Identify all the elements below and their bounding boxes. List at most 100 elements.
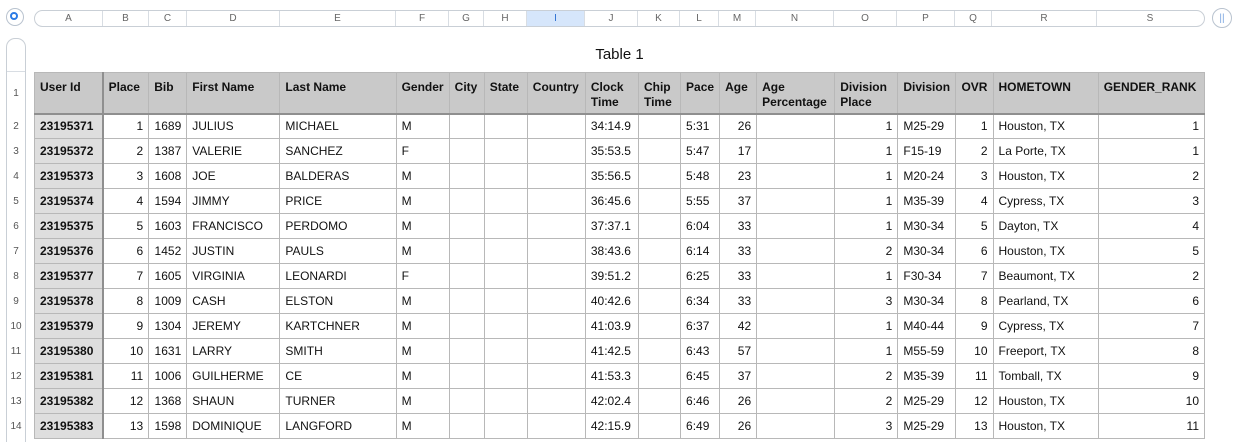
column-header[interactable]: Gender (395, 72, 450, 115)
column-header[interactable]: Chip Time (637, 72, 682, 115)
user-id-cell[interactable]: 23195374 (33, 188, 104, 214)
column-header[interactable]: Age (719, 72, 758, 115)
table-cell[interactable]: Beaumont, TX (992, 263, 1099, 289)
table-cell[interactable]: M (395, 388, 450, 414)
table-cell[interactable]: 42:02.4 (584, 388, 639, 414)
table-cell[interactable]: 3 (102, 163, 150, 189)
table-cell[interactable]: 4 (102, 188, 150, 214)
table-cell[interactable] (526, 313, 586, 339)
table-cell[interactable]: TURNER (279, 388, 397, 414)
table-cell[interactable]: 5 (1097, 238, 1206, 264)
table-cell[interactable] (756, 313, 836, 339)
table-cell[interactable]: 3 (955, 163, 994, 189)
column-letter-a[interactable]: A (35, 11, 103, 26)
row-header-bar[interactable]: 1 2 3 4 5 6 7 8 9 10 11 12 13 14 (6, 38, 26, 442)
pause-icon[interactable]: || (1212, 8, 1232, 28)
table-cell[interactable]: 5:31 (680, 113, 721, 139)
table-cell[interactable] (483, 138, 528, 164)
column-header[interactable]: Bib (148, 72, 188, 115)
table-cell[interactable] (483, 363, 528, 389)
column-header[interactable]: User Id (33, 72, 104, 115)
table-cell[interactable]: 39:51.2 (584, 263, 639, 289)
table-cell[interactable] (448, 188, 485, 214)
table-cell[interactable]: 6:43 (680, 338, 721, 364)
table-cell[interactable] (526, 288, 586, 314)
column-letter-r[interactable]: R (992, 11, 1097, 26)
table-cell[interactable] (448, 163, 485, 189)
column-letter-m[interactable]: M (719, 11, 756, 26)
table-cell[interactable]: 11 (955, 363, 994, 389)
table-cell[interactable]: 6:25 (680, 263, 721, 289)
column-letter-s[interactable]: S (1097, 11, 1203, 26)
table-cell[interactable]: M (395, 363, 450, 389)
table-cell[interactable]: 12 (955, 388, 994, 414)
table-cell[interactable] (526, 188, 586, 214)
table-cell[interactable]: 1 (834, 263, 899, 289)
table-cell[interactable]: 2 (834, 363, 899, 389)
table-cell[interactable]: 8 (102, 288, 150, 314)
table-cell[interactable]: 5:55 (680, 188, 721, 214)
table-cell[interactable]: ELSTON (279, 288, 397, 314)
user-id-cell[interactable]: 23195373 (33, 163, 104, 189)
row-number[interactable]: 5 (7, 189, 25, 214)
table-cell[interactable] (448, 313, 485, 339)
table-cell[interactable]: PERDOMO (279, 213, 397, 239)
table-cell[interactable]: 3 (1097, 188, 1206, 214)
table-cell[interactable]: 1605 (148, 263, 188, 289)
user-id-cell[interactable]: 23195375 (33, 213, 104, 239)
table-cell[interactable]: 1594 (148, 188, 188, 214)
table-cell[interactable]: Freeport, TX (992, 338, 1099, 364)
table-cell[interactable] (637, 263, 682, 289)
table-cell[interactable] (756, 113, 836, 139)
table-cell[interactable]: Houston, TX (992, 113, 1099, 139)
table-cell[interactable]: BALDERAS (279, 163, 397, 189)
table-cell[interactable]: 6:49 (680, 413, 721, 439)
user-id-cell[interactable]: 23195381 (33, 363, 104, 389)
column-header[interactable]: Clock Time (584, 72, 639, 115)
table-cell[interactable] (483, 338, 528, 364)
table-cell[interactable]: 9 (1097, 363, 1206, 389)
table-cell[interactable] (483, 238, 528, 264)
table-cell[interactable] (526, 138, 586, 164)
table-cell[interactable] (756, 213, 836, 239)
table-cell[interactable]: 41:03.9 (584, 313, 639, 339)
table-cell[interactable]: Houston, TX (992, 238, 1099, 264)
table-cell[interactable]: JULIUS (186, 113, 281, 139)
table-cell[interactable]: 10 (955, 338, 994, 364)
table-cell[interactable]: 1 (102, 113, 150, 139)
table-cell[interactable]: 13 (102, 413, 150, 439)
row-number[interactable]: 11 (7, 339, 25, 364)
table-cell[interactable] (448, 113, 485, 139)
column-header[interactable]: Place (102, 72, 150, 115)
table-cell[interactable]: 37 (719, 188, 758, 214)
table-cell[interactable]: 33 (719, 288, 758, 314)
user-id-cell[interactable]: 23195380 (33, 338, 104, 364)
table-cell[interactable]: PRICE (279, 188, 397, 214)
table-cell[interactable]: KARTCHNER (279, 313, 397, 339)
column-header[interactable]: Division Place (834, 72, 899, 115)
table-cell[interactable] (637, 213, 682, 239)
table-cell[interactable] (483, 388, 528, 414)
table-cell[interactable]: Houston, TX (992, 163, 1099, 189)
table-cell[interactable]: CE (279, 363, 397, 389)
table-cell[interactable]: Dayton, TX (992, 213, 1099, 239)
table-cell[interactable]: Pearland, TX (992, 288, 1099, 314)
table-cell[interactable]: 1603 (148, 213, 188, 239)
user-id-cell[interactable]: 23195376 (33, 238, 104, 264)
table-cell[interactable] (526, 213, 586, 239)
table-cell[interactable]: 1598 (148, 413, 188, 439)
column-letter-c[interactable]: C (149, 11, 187, 26)
table-cell[interactable]: 40:42.6 (584, 288, 639, 314)
table-cell[interactable]: 1368 (148, 388, 188, 414)
table-cell[interactable]: 38:43.6 (584, 238, 639, 264)
table-cell[interactable]: 2 (834, 238, 899, 264)
column-letter-f[interactable]: F (396, 11, 449, 26)
table-cell[interactable]: 36:45.6 (584, 188, 639, 214)
table-cell[interactable]: M30-34 (897, 288, 957, 314)
column-header[interactable]: Division (897, 72, 957, 115)
column-header[interactable]: City (448, 72, 485, 115)
table-cell[interactable]: 1608 (148, 163, 188, 189)
table-cell[interactable] (756, 288, 836, 314)
table-cell[interactable] (526, 163, 586, 189)
table-cell[interactable] (526, 263, 586, 289)
